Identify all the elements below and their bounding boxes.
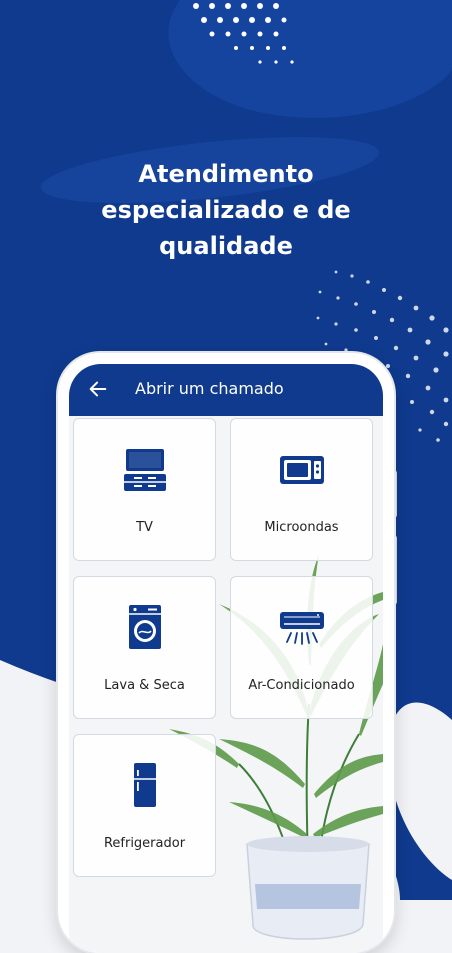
category-card-microondas[interactable]: Microondas	[230, 418, 373, 561]
category-card-tv[interactable]: TV	[73, 418, 216, 561]
tv-icon	[124, 449, 166, 491]
headline: Atendimento especializado e de qualidade	[0, 156, 452, 264]
category-label: TV	[136, 520, 153, 535]
app-bar-title: Abrir um chamado	[135, 379, 284, 398]
air-conditioner-icon	[280, 612, 324, 645]
refrigerator-icon	[134, 763, 156, 807]
phone-mockup: Abrir um chamado TV Microondas Lava & Se…	[58, 353, 394, 953]
category-card-lava-seca[interactable]: Lava & Seca	[73, 576, 216, 719]
app-screen: Abrir um chamado TV Microondas Lava & Se…	[69, 364, 383, 953]
arrow-left-icon[interactable]	[87, 378, 109, 400]
microwave-icon	[280, 456, 324, 484]
headline-line-2: especializado e de	[101, 196, 351, 224]
app-bar: Abrir um chamado	[69, 364, 383, 416]
category-label: Refrigerador	[103, 836, 186, 851]
headline-line-1: Atendimento	[138, 160, 314, 188]
category-card-ar-condicionado[interactable]: Ar-Condicionado	[230, 576, 373, 719]
washing-machine-icon	[129, 605, 161, 649]
headline-line-3: qualidade	[159, 232, 293, 260]
category-card-refrigerador[interactable]: Refrigerador	[73, 734, 216, 877]
category-label: Lava & Seca	[104, 678, 185, 693]
category-label: Ar-Condicionado	[248, 678, 355, 693]
category-label: Microondas	[264, 520, 339, 535]
